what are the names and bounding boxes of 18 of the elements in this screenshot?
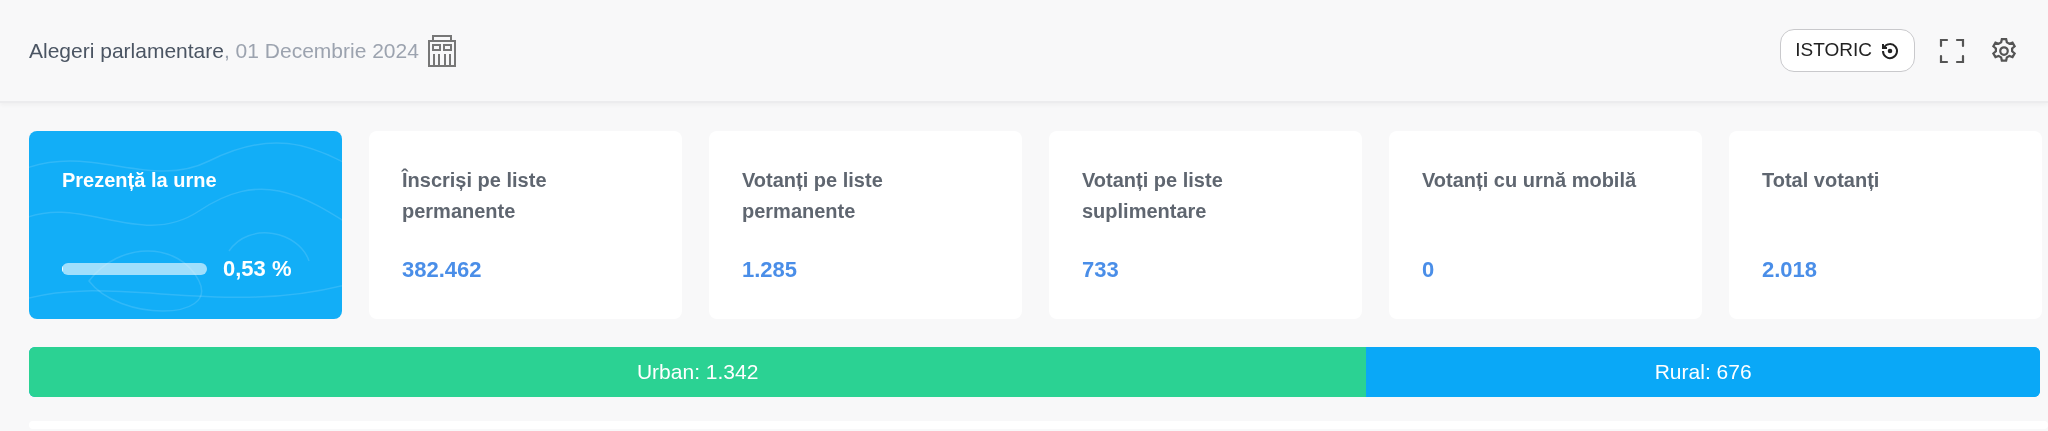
history-button[interactable]: ISTORIC: [1780, 29, 1915, 72]
building-icon: [426, 34, 457, 67]
card-title: Votanți pe liste suplimentare: [1082, 168, 1224, 224]
card-value: 382.462: [402, 256, 483, 284]
card-value: 0: [1422, 256, 1436, 284]
turnout-percentage: 0,53 %: [223, 255, 292, 283]
fullscreen-icon[interactable]: [1939, 37, 1965, 64]
card-title: Prezență la urne: [62, 168, 218, 193]
card-value: 2.018: [1762, 256, 1819, 284]
card-title: Votanți cu urnă mobilă: [1422, 168, 1638, 193]
card-title: Înscriși pe liste permanente: [402, 167, 548, 224]
page-title: Alegeri parlamentare, 01 Decembrie 2024: [29, 37, 419, 64]
card-title: Total votanți: [1762, 168, 1881, 193]
bar-segment: Urban: 1.342: [29, 347, 1367, 397]
history-icon: [1880, 40, 1900, 61]
card-value: 733: [1082, 256, 1120, 284]
card-title: Votanți pe liste permanente: [742, 168, 884, 224]
card-value: 1.285: [742, 256, 799, 284]
